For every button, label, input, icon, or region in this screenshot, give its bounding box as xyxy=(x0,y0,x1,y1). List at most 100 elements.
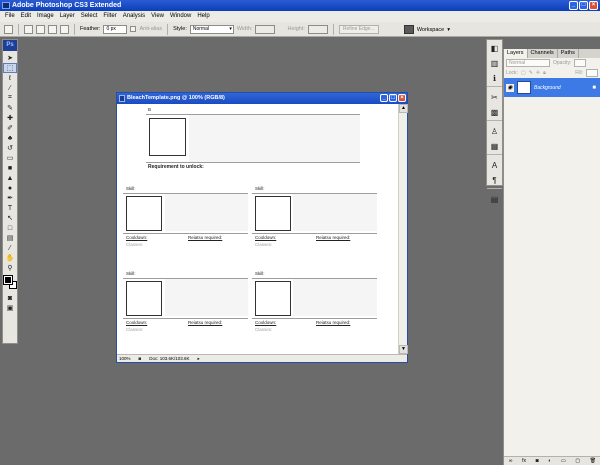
zoom-tool-icon[interactable]: ⚲ xyxy=(3,263,17,273)
minimize-button[interactable]: _ xyxy=(569,1,578,10)
menu-help[interactable]: Help xyxy=(194,11,212,22)
add-to-selection-icon[interactable] xyxy=(36,24,45,34)
image-slot xyxy=(149,118,186,156)
scroll-up-icon[interactable]: ▲ xyxy=(399,104,408,113)
skill-info-area xyxy=(165,279,248,316)
marquee-tool-preset-icon[interactable] xyxy=(4,24,13,34)
slice-tool-icon[interactable]: ✎ xyxy=(3,103,17,113)
new-group-icon[interactable]: ▭ xyxy=(561,458,566,464)
info-icon[interactable]: ℹ xyxy=(487,71,502,85)
menu-select[interactable]: Select xyxy=(78,11,101,22)
opacity-input[interactable] xyxy=(574,59,587,67)
path-selection-icon[interactable]: ↖ xyxy=(3,213,17,223)
height-input[interactable] xyxy=(307,24,328,34)
adjustment-layer-icon[interactable]: ◐ xyxy=(548,458,551,464)
menu-layer[interactable]: Layer xyxy=(57,11,78,22)
menu-edit[interactable]: Edit xyxy=(18,11,34,22)
style-select[interactable]: Normal ▾ xyxy=(189,24,234,34)
brush-tool-icon[interactable]: ✐ xyxy=(3,123,17,133)
eyedropper-tool-icon[interactable]: ⁄ xyxy=(3,243,17,253)
magic-wand-tool-icon[interactable]: ⁄ xyxy=(3,83,17,93)
lock-transparency-icon[interactable]: ▢ xyxy=(521,70,526,76)
history-brush-icon[interactable]: ↺ xyxy=(3,143,17,153)
gradient-tool-icon[interactable]: ■ xyxy=(3,163,17,173)
layer-mask-icon[interactable]: ◙ xyxy=(536,458,539,464)
type-tool-icon[interactable]: T xyxy=(3,203,17,213)
intersect-selection-icon[interactable] xyxy=(60,24,69,34)
menu-file[interactable]: File xyxy=(2,11,18,22)
menu-image[interactable]: Image xyxy=(34,11,57,22)
close-button[interactable]: × xyxy=(589,1,598,10)
menu-analysis[interactable]: Analysis xyxy=(120,11,148,22)
link-layers-icon[interactable]: ∞ xyxy=(509,458,513,464)
crop-tool-icon[interactable]: ⌗ xyxy=(3,93,17,103)
fill-input[interactable] xyxy=(586,69,598,77)
character-icon[interactable]: A xyxy=(487,158,502,172)
delete-layer-icon[interactable]: 🗑︎ xyxy=(590,458,596,464)
brushes-icon[interactable]: ▩ xyxy=(487,105,502,119)
tab-paths[interactable]: Paths xyxy=(558,49,579,58)
status-menu-arrow-icon[interactable]: ▸ xyxy=(198,355,200,362)
shape-tool-icon[interactable]: □ xyxy=(3,223,17,233)
new-selection-icon[interactable] xyxy=(24,24,33,34)
divider xyxy=(146,162,360,163)
width-input[interactable] xyxy=(255,24,276,34)
color-swatches-icon[interactable] xyxy=(2,273,17,293)
screen-mode-icon[interactable]: ▣ xyxy=(3,303,17,313)
lock-position-icon[interactable]: ✛ xyxy=(536,70,540,76)
doc-minimize-button[interactable]: _ xyxy=(380,94,388,102)
eye-icon[interactable]: ◉ xyxy=(506,83,514,92)
document-canvas[interactable]: B Requirement to unlock: Skill: Cooldown… xyxy=(117,104,398,354)
workspace-menu[interactable]: Workspace ▾ xyxy=(403,25,450,34)
doc-close-button[interactable]: × xyxy=(398,94,406,102)
eraser-tool-icon[interactable]: ▭ xyxy=(3,153,17,163)
skill-label: Skill: xyxy=(126,186,136,191)
menu-filter[interactable]: Filter xyxy=(100,11,119,22)
subtract-from-selection-icon[interactable] xyxy=(48,24,57,34)
marquee-tool-icon[interactable]: ⬚ xyxy=(3,63,17,73)
hand-tool-icon[interactable]: ✋ xyxy=(3,253,17,263)
menu-view[interactable]: View xyxy=(148,11,167,22)
navigator-icon[interactable]: ◧ xyxy=(487,41,502,55)
swatches-icon[interactable]: ▦ xyxy=(487,139,502,153)
healing-brush-icon[interactable]: ✚ xyxy=(3,113,17,123)
tab-layers[interactable]: Layers xyxy=(504,49,528,58)
tab-channels[interactable]: Channels xyxy=(528,49,558,58)
layer-style-icon[interactable]: fx xyxy=(522,458,526,464)
maximize-button[interactable]: □ xyxy=(579,1,588,10)
doc-maximize-button[interactable]: □ xyxy=(389,94,397,102)
refine-edge-button[interactable]: Refine Edge... xyxy=(338,24,379,34)
photoshop-app-icon xyxy=(2,2,10,9)
zoom-level[interactable]: 100% xyxy=(119,355,131,362)
feather-input[interactable]: 0 px xyxy=(103,24,128,34)
lock-all-icon[interactable]: 🔒︎ xyxy=(543,70,546,76)
blend-mode-select[interactable]: Normal xyxy=(506,59,550,67)
scroll-down-icon[interactable]: ▼ xyxy=(399,345,408,354)
status-info-icon[interactable]: ◙ xyxy=(139,355,142,362)
lasso-tool-icon[interactable]: ℓ xyxy=(3,73,17,83)
blur-tool-icon[interactable]: ▲ xyxy=(3,173,17,183)
clone-source-icon[interactable]: ♙ xyxy=(487,124,502,138)
new-layer-icon[interactable]: ▢ xyxy=(575,458,580,464)
fill-label: Fill: xyxy=(575,70,583,76)
pen-tool-icon[interactable]: ✒ xyxy=(3,193,17,203)
menu-window[interactable]: Window xyxy=(167,11,194,22)
layer-comps-icon[interactable]: ▤ xyxy=(487,192,502,206)
vertical-scrollbar[interactable]: ▲ ▼ xyxy=(398,104,408,354)
tool-presets-icon[interactable]: ✂ xyxy=(487,90,502,104)
clone-stamp-icon[interactable]: ♣ xyxy=(3,133,17,143)
antialias-checkbox[interactable] xyxy=(130,26,137,32)
app-title-bar: Adobe Photoshop CS3 Extended _ □ × xyxy=(0,0,600,11)
document-title-bar[interactable]: BleachTemplate.png @ 100% (RGB/8) _ □ × xyxy=(117,93,407,104)
swap-icon[interactable] xyxy=(278,26,284,32)
histogram-icon[interactable]: ▥ xyxy=(487,56,502,70)
paragraph-icon[interactable]: ¶ xyxy=(487,173,502,187)
layer-row-background[interactable]: ◉ Background ■ xyxy=(504,78,600,97)
move-tool-icon[interactable]: ➤ xyxy=(3,53,17,63)
lock-pixels-icon[interactable]: ✎ xyxy=(529,70,533,76)
notes-tool-icon[interactable]: ▤ xyxy=(3,233,17,243)
quick-mask-icon[interactable]: ◙ xyxy=(3,293,17,303)
bridge-icon[interactable] xyxy=(403,25,414,34)
document-status-bar: 100% ◙ Doc: 103.6K/103.6K ▸ xyxy=(117,354,407,362)
dodge-tool-icon[interactable]: ● xyxy=(3,183,17,193)
